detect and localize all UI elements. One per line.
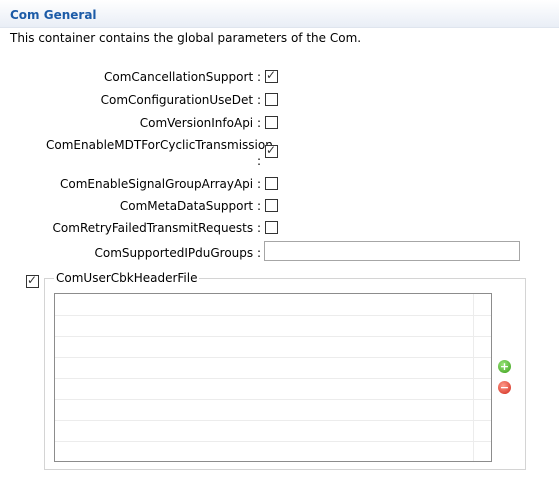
check-icon: ✓ [27, 273, 38, 287]
field-label: ComEnableSignalGroupArrayApi : [59, 177, 261, 191]
field-label: ComVersionInfoApi : [139, 116, 261, 130]
com-supported-ipdu-groups-input[interactable] [264, 241, 520, 261]
table-row[interactable] [55, 357, 491, 379]
field-row-com-enable-signal-group-array-api: ComEnableSignalGroupArrayApi : [0, 175, 559, 195]
header-file-table[interactable] [54, 293, 492, 462]
field-label: ComSupportedIPduGroups : [94, 246, 262, 260]
group-label: ComUserCbkHeaderFile [54, 271, 200, 285]
com-cancellation-support-checkbox[interactable]: ✓ [265, 68, 278, 83]
check-icon: ✓ [266, 143, 277, 157]
table-row[interactable] [55, 441, 491, 461]
com-meta-data-support-checkbox[interactable] [265, 199, 278, 212]
table-row[interactable] [55, 420, 491, 442]
section-header: Com General [0, 0, 559, 28]
com-user-cbk-header-file-checkbox[interactable]: ✓ [26, 273, 39, 288]
table-row[interactable] [55, 399, 491, 421]
field-row-com-meta-data-support: ComMetaDataSupport : [0, 197, 559, 217]
table-row[interactable] [55, 378, 491, 400]
table-column-divider [473, 294, 474, 461]
field-row-com-enable-mdt: ComEnableMDTForCyclicTransmission : ✓ [0, 138, 559, 168]
field-row-com-version-info-api: ComVersionInfoApi : [0, 114, 559, 134]
com-enable-signal-group-array-api-checkbox[interactable] [265, 177, 278, 190]
field-row-com-cancellation-support: ComCancellationSupport : ✓ [0, 68, 559, 88]
section-description: This container contains the global param… [10, 31, 362, 45]
com-enable-mdt-checkbox[interactable]: ✓ [265, 143, 278, 158]
com-retry-failed-transmit-requests-checkbox[interactable] [265, 221, 278, 234]
com-version-info-api-checkbox[interactable] [265, 116, 278, 129]
check-icon: ✓ [266, 68, 277, 82]
add-row-button[interactable]: + [498, 360, 511, 373]
table-row[interactable] [55, 336, 491, 358]
section-title: Com General [10, 8, 97, 22]
field-label: ComMetaDataSupport : [119, 199, 261, 213]
table-row[interactable] [55, 315, 491, 337]
com-configuration-use-det-checkbox[interactable] [265, 93, 278, 106]
table-row[interactable] [55, 294, 491, 316]
field-label: ComEnableMDTForCyclicTransmission : [46, 138, 273, 168]
field-label: ComRetryFailedTransmitRequests : [52, 221, 261, 235]
field-row-com-retry-failed-transmit-requests: ComRetryFailedTransmitRequests : [0, 219, 559, 239]
remove-row-button[interactable]: − [498, 381, 511, 394]
field-label: ComCancellationSupport : [103, 70, 261, 84]
field-label: ComConfigurationUseDet : [100, 93, 261, 107]
field-row-com-configuration-use-det: ComConfigurationUseDet : [0, 91, 559, 111]
